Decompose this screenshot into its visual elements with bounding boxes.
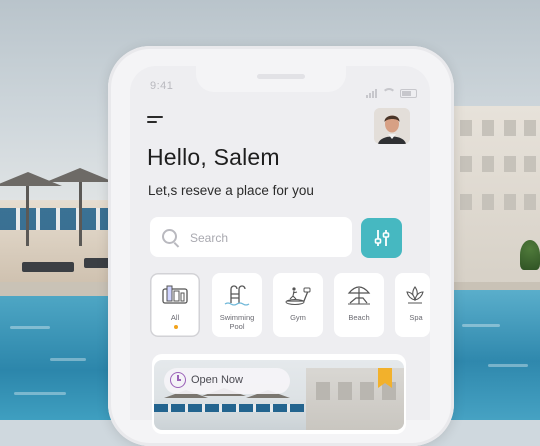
sliders-icon: [374, 230, 390, 246]
beach-umbrella-icon: [347, 286, 371, 305]
status-icons: [366, 80, 417, 98]
category-swimming-pool[interactable]: Swimming Pool: [212, 273, 262, 337]
phone-speaker: [257, 74, 305, 79]
signal-icon: [366, 80, 378, 98]
lotus-icon: [406, 286, 424, 304]
search-input[interactable]: [188, 228, 342, 248]
category-gym[interactable]: Gym: [273, 273, 323, 337]
pool-ladder-icon: [224, 285, 250, 306]
greeting-subtitle: Let,s reseve a place for you: [148, 183, 314, 198]
pool-water-right: [448, 290, 540, 420]
filter-button[interactable]: [361, 218, 402, 258]
greeting-title: Hello, Salem: [147, 144, 280, 170]
category-label: All: [170, 313, 180, 322]
hamburger-menu-icon[interactable]: [147, 116, 163, 126]
open-status-text: Open Now: [191, 374, 243, 386]
category-label: Gym: [290, 313, 306, 322]
treadmill-icon: [285, 287, 311, 305]
pool-water: [0, 296, 120, 420]
category-all[interactable]: All: [150, 273, 200, 337]
clock-icon: [170, 372, 186, 388]
all-places-icon: [162, 285, 188, 304]
wifi-icon: [382, 88, 396, 98]
phone-notch: [196, 66, 346, 92]
user-avatar[interactable]: [374, 108, 410, 144]
avatar-portrait-icon: [374, 108, 410, 144]
search-icon: [162, 229, 177, 244]
selected-indicator: [174, 325, 178, 329]
status-time: 9:41: [150, 80, 174, 92]
category-label: Beach: [348, 313, 370, 322]
category-beach[interactable]: Beach: [334, 273, 384, 337]
battery-icon: [400, 89, 417, 98]
category-label: Swimming Pool: [219, 313, 255, 331]
category-spa[interactable]: Spa: [395, 273, 430, 337]
category-label: Spa: [409, 313, 423, 322]
